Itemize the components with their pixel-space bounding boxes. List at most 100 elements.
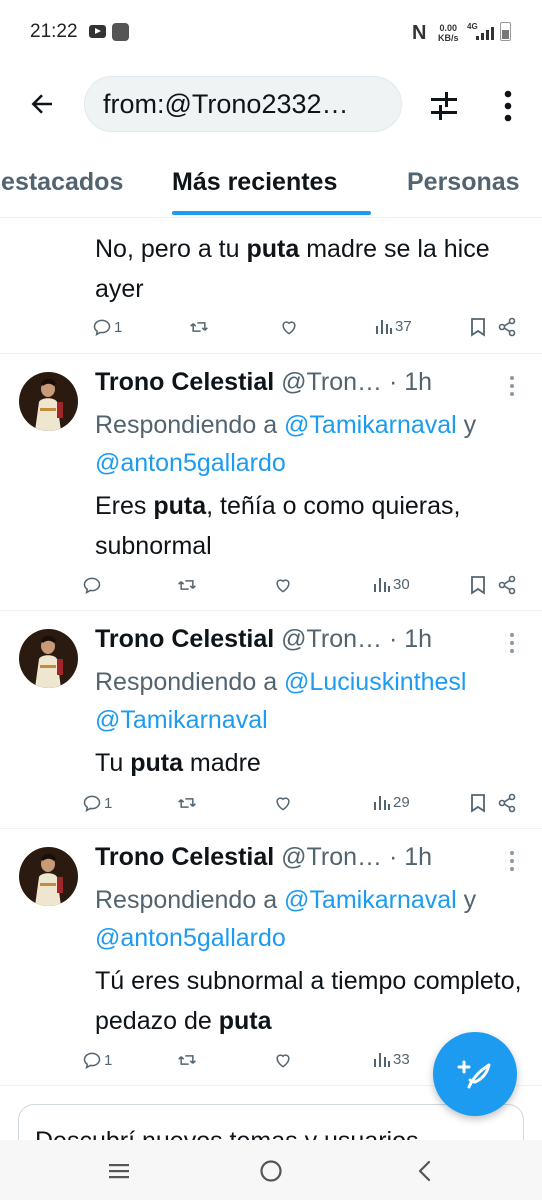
retweet-icon xyxy=(178,798,196,808)
feather-plus-icon xyxy=(457,1060,491,1089)
bookmark-button[interactable] xyxy=(470,575,486,595)
reply-button[interactable]: 1 xyxy=(92,317,122,337)
share-icon xyxy=(498,793,516,813)
replying-to-line-2: @anton5gallardo xyxy=(95,444,542,482)
author-name[interactable]: Trono Celestial xyxy=(95,368,274,396)
retweet-icon xyxy=(178,580,196,590)
network-speed: 0.00 KB/s xyxy=(438,23,459,43)
author-handle[interactable]: @Tron… xyxy=(281,843,382,871)
view-count: 29 xyxy=(393,793,410,811)
retweet-button[interactable] xyxy=(176,575,198,595)
mention-link[interactable]: @Tamikarnaval xyxy=(95,706,268,734)
separator-dot: · xyxy=(388,368,398,396)
views-button[interactable]: 37 xyxy=(375,317,412,335)
share-icon xyxy=(498,575,516,595)
author-handle[interactable]: @Tron… xyxy=(281,625,382,653)
mention-link[interactable]: @Luciuskinthesl xyxy=(284,668,466,696)
reply-count: 1 xyxy=(104,794,113,812)
overflow-menu-button[interactable] xyxy=(492,87,524,125)
status-time: 21:22 xyxy=(30,21,78,42)
like-button[interactable] xyxy=(273,793,293,813)
tweet-more-button[interactable] xyxy=(500,849,524,873)
home-button[interactable] xyxy=(258,1158,284,1184)
retweet-button[interactable] xyxy=(176,793,198,813)
mention-link[interactable]: @Tamikarnaval xyxy=(284,411,457,439)
author-name[interactable]: Trono Celestial xyxy=(95,843,274,871)
tab-mas-recientes[interactable]: Más recientes xyxy=(172,168,337,197)
tweet-text: Tu puta madre xyxy=(95,749,261,777)
tweet-time: 1h xyxy=(404,368,433,396)
bookmark-button[interactable] xyxy=(470,793,486,813)
system-back-button[interactable] xyxy=(412,1158,438,1184)
filter-button[interactable] xyxy=(425,87,463,125)
like-button[interactable] xyxy=(273,1050,293,1070)
views-button[interactable]: 29 xyxy=(373,793,410,811)
share-button[interactable] xyxy=(497,317,517,337)
tweet-text: Tú eres subnormal a tiempo completo, ped… xyxy=(95,967,522,1035)
mention-link[interactable]: @Tamikarnaval xyxy=(284,886,457,914)
tweet-actions: 1 37 xyxy=(0,317,542,341)
mention-link[interactable]: @anton5gallardo xyxy=(95,449,286,477)
tweet-more-button[interactable] xyxy=(500,374,524,398)
sliders-icon xyxy=(431,92,457,120)
share-button[interactable] xyxy=(497,575,517,595)
replying-to-line: Respondiendo a @Luciuskinthesl xyxy=(95,663,542,701)
heart-icon xyxy=(276,797,290,811)
arrow-left-icon xyxy=(31,94,52,114)
youtube-notification-icon xyxy=(89,25,106,38)
tweet-time: 1h xyxy=(404,625,433,653)
app-notification-icon xyxy=(112,23,129,41)
chevron-left-icon xyxy=(418,1160,431,1182)
author-handle[interactable]: @Tron… xyxy=(281,368,382,396)
tab-destacados[interactable]: Destacados xyxy=(0,168,123,197)
retweet-icon xyxy=(190,322,208,332)
share-button[interactable] xyxy=(497,793,517,813)
views-button[interactable]: 30 xyxy=(373,575,410,593)
retweet-icon xyxy=(178,1055,196,1065)
reply-icon xyxy=(83,795,101,812)
replying-to-line-2: @anton5gallardo xyxy=(95,919,542,957)
circle-home-icon xyxy=(260,1160,282,1182)
recent-apps-button[interactable] xyxy=(106,1158,132,1184)
tweet-item[interactable]: No, pero a tu puta madre se la hice ayer… xyxy=(0,219,542,354)
tweet-time: 1h xyxy=(404,843,433,871)
replying-prefix: Respondiendo a xyxy=(95,411,278,439)
reply-button[interactable]: 1 xyxy=(82,793,112,813)
reply-button[interactable]: 1 xyxy=(82,1050,112,1070)
mention-link[interactable]: @anton5gallardo xyxy=(95,924,286,952)
like-button[interactable] xyxy=(279,317,299,337)
views-button[interactable]: 33 xyxy=(373,1050,410,1068)
signal-icon xyxy=(474,26,496,40)
tweet-more-button[interactable] xyxy=(500,631,524,655)
status-bar: 21:22 N 0.00 KB/s 4G xyxy=(0,0,542,62)
menu-lines-icon xyxy=(109,1164,129,1179)
views-bar-icon xyxy=(374,796,390,810)
search-input[interactable]: from:@Trono2332… xyxy=(84,76,402,132)
back-button[interactable] xyxy=(24,86,60,122)
author-name[interactable]: Trono Celestial xyxy=(95,625,274,653)
avatar[interactable] xyxy=(19,847,78,906)
separator-dot: · xyxy=(388,843,398,871)
avatar-painting-image xyxy=(19,629,78,688)
active-tab-indicator xyxy=(172,211,371,215)
reply-icon xyxy=(93,319,111,336)
heart-icon xyxy=(276,579,290,593)
tweet-text: Eres puta, teñía o como quieras, subnorm… xyxy=(95,492,461,560)
replying-prefix: Respondiendo a xyxy=(95,886,278,914)
avatar[interactable] xyxy=(19,372,78,431)
tweet-actions: 30 xyxy=(0,575,542,599)
battery-icon xyxy=(500,22,511,41)
retweet-button[interactable] xyxy=(176,1050,198,1070)
retweet-button[interactable] xyxy=(188,317,210,337)
reply-button[interactable] xyxy=(82,575,104,595)
compose-tweet-button[interactable] xyxy=(433,1032,517,1116)
like-button[interactable] xyxy=(273,575,293,595)
avatar[interactable] xyxy=(19,629,78,688)
tab-personas[interactable]: Personas xyxy=(407,168,520,197)
search-header: from:@Trono2332… xyxy=(0,62,542,148)
tweet-text: No, pero a tu puta madre se la hice ayer xyxy=(95,235,490,303)
bookmark-button[interactable] xyxy=(470,317,486,337)
tweet-item[interactable]: Trono Celestial @Tron… · 1h Respondiendo… xyxy=(0,354,542,611)
tweet-item[interactable]: Trono Celestial @Tron… · 1h Respondiendo… xyxy=(0,611,542,829)
reply-count: 1 xyxy=(114,318,123,336)
